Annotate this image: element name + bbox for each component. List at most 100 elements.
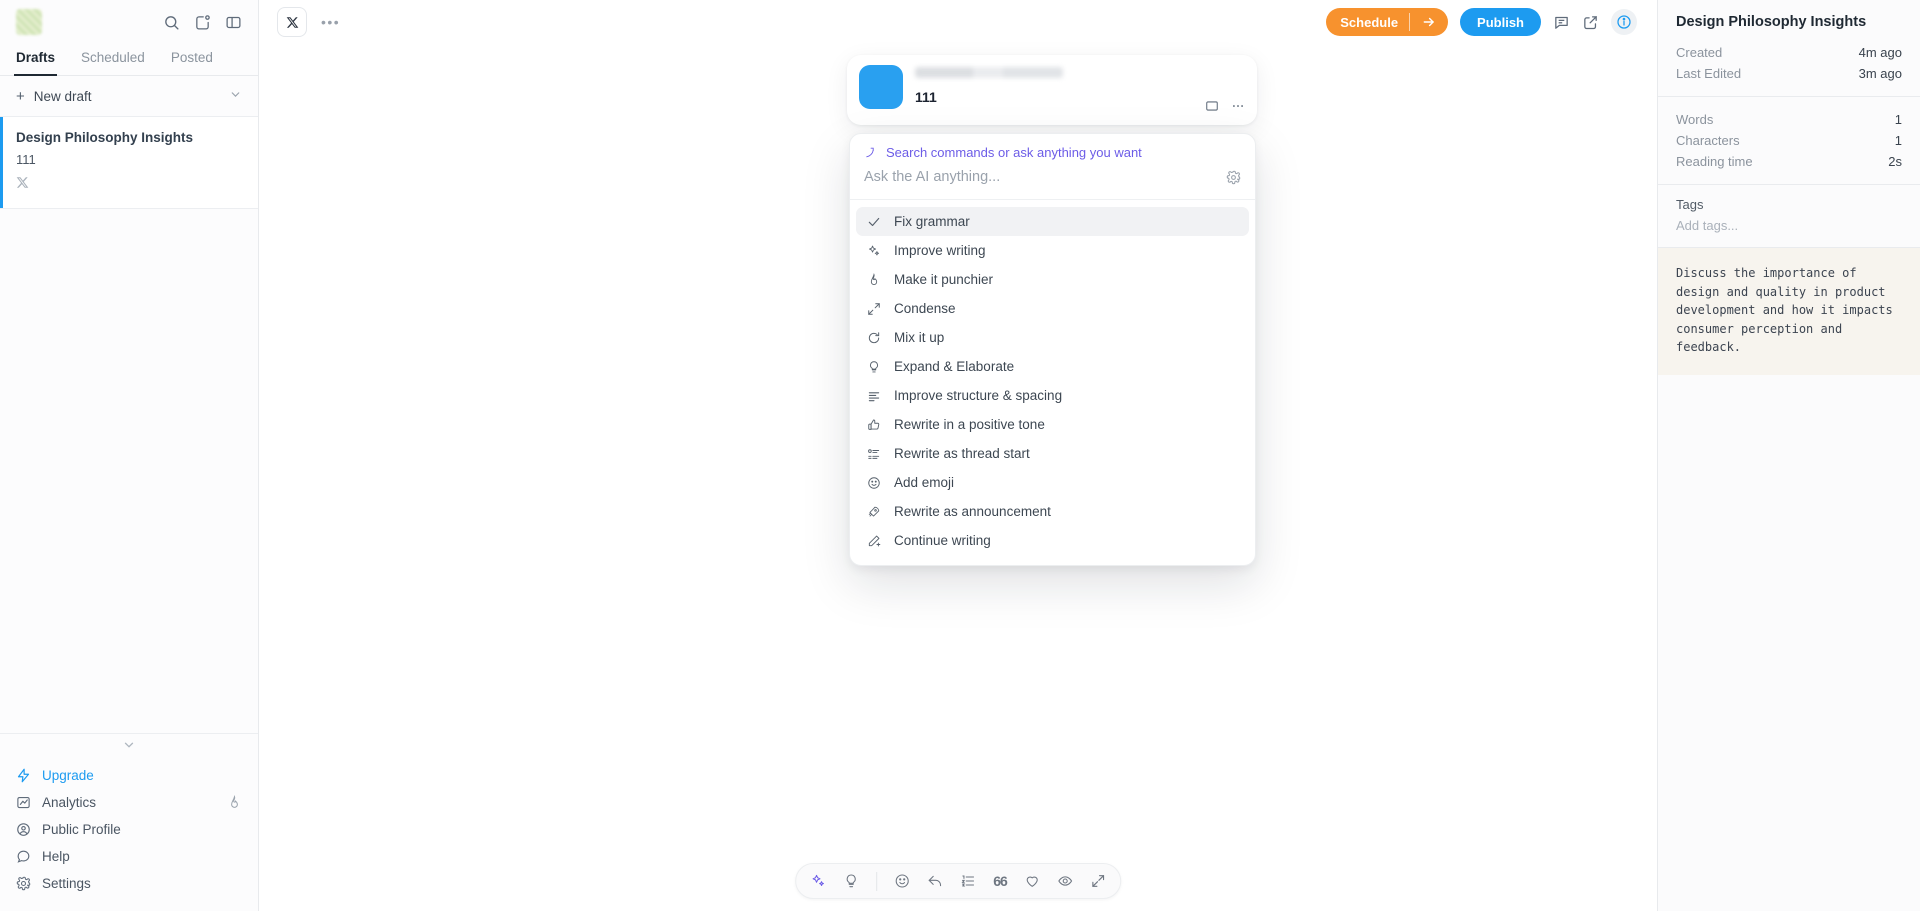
arrow-right-icon[interactable] [1410, 15, 1448, 29]
new-note-icon[interactable] [194, 14, 211, 31]
chart-icon [16, 795, 31, 810]
command-positive-tone[interactable]: Rewrite in a positive tone [856, 410, 1249, 439]
post-card-icons [1205, 99, 1245, 113]
tab-drafts[interactable]: Drafts [14, 44, 57, 76]
command-label: Rewrite as thread start [894, 446, 1030, 461]
command-label: Expand & Elaborate [894, 359, 1014, 374]
flame-icon [227, 795, 242, 810]
compress-arrows-icon [866, 302, 881, 316]
command-label: Improve structure & spacing [894, 388, 1062, 403]
meta-key: Created [1676, 45, 1722, 60]
ai-sparkle-icon[interactable] [810, 873, 826, 889]
gear-icon[interactable] [1226, 170, 1241, 185]
command-improve-structure[interactable]: Improve structure & spacing [856, 381, 1249, 410]
lightbulb-icon [866, 360, 881, 374]
sidebar-item-label: Public Profile [42, 822, 121, 837]
undo-icon[interactable] [927, 873, 943, 889]
sidebar-collapse-button[interactable] [0, 733, 258, 758]
meta-value: 3m ago [1859, 66, 1902, 81]
sidebar-item-public-profile[interactable]: Public Profile [0, 816, 258, 843]
command-label: Continue writing [894, 533, 991, 548]
gear-icon [16, 876, 31, 891]
check-icon [866, 215, 881, 229]
thumbs-up-icon [866, 418, 881, 432]
meta-row-created: Created 4m ago [1676, 42, 1902, 63]
info-icon[interactable] [1611, 9, 1637, 35]
divider [876, 872, 877, 891]
sidebar-item-label: Help [42, 849, 70, 864]
command-announcement[interactable]: Rewrite as announcement [856, 497, 1249, 526]
user-circle-icon [16, 822, 31, 837]
command-label: Improve writing [894, 243, 986, 258]
editor-actions: Schedule Publish [1326, 8, 1637, 36]
more-options-button[interactable]: ••• [321, 14, 340, 30]
stat-value: 1 [1895, 112, 1902, 127]
editor-main: ••• Schedule Publish [259, 0, 1657, 911]
sidebar-item-settings[interactable]: Settings [0, 870, 258, 897]
search-icon[interactable] [163, 14, 180, 31]
tab-scheduled[interactable]: Scheduled [79, 44, 147, 76]
ai-command-list: Fix grammar Improve writing Make it punc… [850, 200, 1255, 565]
avatar [859, 65, 903, 109]
list-item[interactable]: Design Philosophy Insights 111 [0, 117, 258, 209]
stat-value: 1 [1895, 133, 1902, 148]
palette-hint-label: Search commands or ask anything you want [886, 145, 1142, 160]
stat-key: Reading time [1676, 154, 1753, 169]
sidebar-item-analytics[interactable]: Analytics [0, 789, 258, 816]
idea-bulb-icon[interactable] [843, 873, 859, 889]
numbered-list-icon[interactable] [960, 873, 976, 889]
sidebar-item-upgrade[interactable]: Upgrade [0, 762, 258, 789]
meta-row-last-edited: Last Edited 3m ago [1676, 63, 1902, 84]
tab-posted[interactable]: Posted [169, 44, 215, 76]
x-platform-icon [16, 176, 242, 194]
x-platform-icon[interactable] [277, 7, 307, 37]
command-fix-grammar[interactable]: Fix grammar [856, 207, 1249, 236]
command-label: Mix it up [894, 330, 944, 345]
command-label: Fix grammar [894, 214, 970, 229]
ai-prompt-input[interactable] [864, 169, 1216, 185]
card-menu-icon[interactable] [1205, 99, 1219, 113]
ai-command-palette: Search commands or ask anything you want… [849, 133, 1256, 566]
command-improve-writing[interactable]: Improve writing [856, 236, 1249, 265]
stat-row-reading-time: Reading time 2s [1676, 151, 1902, 172]
schedule-button[interactable]: Schedule [1326, 8, 1448, 36]
sidebar-item-help[interactable]: Help [0, 843, 258, 870]
command-make-it-punchier[interactable]: Make it punchier [856, 265, 1249, 294]
meta-section: Created 4m ago Last Edited 3m ago [1658, 40, 1920, 96]
page-title: Design Philosophy Insights [1658, 0, 1920, 40]
note-content: Discuss the importance of design and qua… [1658, 248, 1920, 375]
app-root: Drafts Scheduled Posted + New draft Desi… [0, 0, 1920, 911]
tags-label: Tags [1658, 185, 1920, 214]
command-thread-start[interactable]: Rewrite as thread start [856, 439, 1249, 468]
open-external-icon[interactable] [1582, 14, 1599, 31]
command-expand-elaborate[interactable]: Expand & Elaborate [856, 352, 1249, 381]
comment-icon[interactable] [1553, 14, 1570, 31]
command-mix-it-up[interactable]: Mix it up [856, 323, 1249, 352]
sidebar-item-label: Analytics [42, 795, 96, 810]
command-continue-writing[interactable]: Continue writing [856, 526, 1249, 555]
emoji-icon[interactable] [894, 873, 910, 889]
tags-input[interactable]: Add tags... [1658, 214, 1920, 247]
chevron-down-icon[interactable] [229, 88, 242, 104]
left-sidebar: Drafts Scheduled Posted + New draft Desi… [0, 0, 259, 911]
command-condense[interactable]: Condense [856, 294, 1249, 323]
preview-eye-icon[interactable] [1057, 873, 1073, 889]
sidebar-spacer [0, 209, 258, 733]
app-logo[interactable] [16, 9, 42, 35]
card-more-icon[interactable] [1231, 99, 1245, 113]
quote-icon[interactable]: 66 [993, 873, 1007, 889]
command-add-emoji[interactable]: Add emoji [856, 468, 1249, 497]
post-text[interactable]: 111 [915, 89, 1245, 105]
toggle-panel-icon[interactable] [225, 14, 242, 31]
bolt-icon [16, 768, 31, 783]
schedule-label: Schedule [1326, 15, 1409, 30]
new-draft-button[interactable]: + New draft [0, 76, 258, 117]
plus-icon: + [16, 89, 25, 104]
post-body: 111 [915, 65, 1245, 109]
publish-button[interactable]: Publish [1460, 8, 1541, 36]
sparkles-icon [866, 244, 881, 258]
expand-icon[interactable] [1090, 873, 1106, 889]
post-preview-card[interactable]: 111 [847, 55, 1257, 125]
flame-icon [866, 273, 881, 287]
heart-icon[interactable] [1024, 873, 1040, 889]
